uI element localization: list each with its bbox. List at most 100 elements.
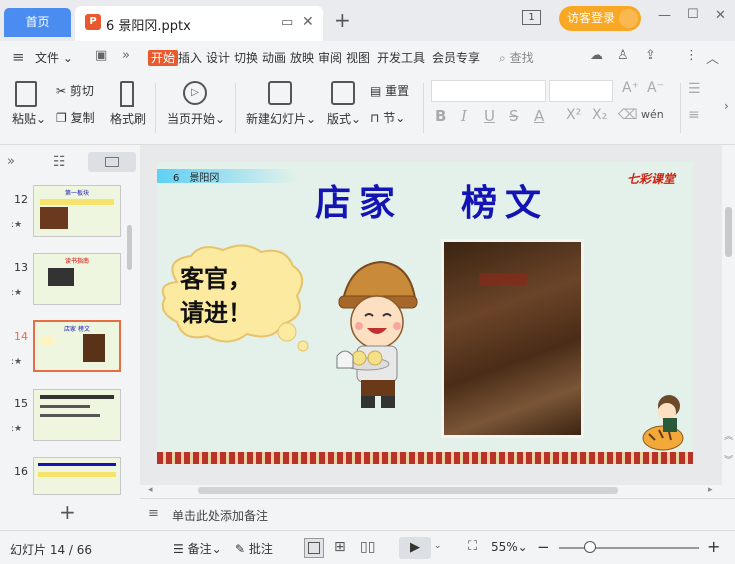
play-from-current-button[interactable]: 当页开始⌄ (167, 110, 225, 127)
increase-font-icon[interactable]: A⁺ (622, 80, 639, 96)
decrease-font-icon[interactable]: A⁻ (647, 80, 664, 96)
section-icon: ⊓ (370, 111, 380, 125)
add-slide-button[interactable]: + (59, 500, 76, 524)
menu-item-design[interactable]: 设计 (206, 49, 230, 66)
thumbnail-scrollbar[interactable] (127, 225, 132, 270)
play-options-chevron-icon[interactable]: ⌄ (434, 541, 442, 551)
share-icon[interactable]: ⇪ (645, 48, 656, 63)
bullet-list-icon[interactable]: ☰ (688, 81, 701, 97)
hamburger-icon[interactable]: ≡ (12, 48, 25, 66)
minimize-button[interactable]: — (658, 8, 671, 23)
new-slide-button[interactable]: 新建幻灯片⌄ (246, 110, 316, 127)
scroll-left-icon[interactable]: ◂ (148, 485, 153, 495)
slide-thumbnail-16[interactable] (33, 457, 121, 495)
notes-placeholder[interactable]: 单击此处添加备注 (172, 507, 268, 524)
maximize-button[interactable]: ☐ (687, 7, 699, 22)
paste-button[interactable]: 粘贴⌄ (12, 110, 46, 127)
menu-item-insert[interactable]: 插入 (178, 49, 202, 66)
slide-thumbnail-13[interactable]: 读书指南 (33, 253, 121, 305)
zoom-out-button[interactable]: − (537, 538, 550, 556)
layout-icon[interactable] (331, 81, 355, 105)
close-window-button[interactable]: ✕ (715, 8, 726, 23)
thumbnail-pane: » ☷ 12 :★ 第一板块 13 :★ 读书指南 14 :★ 店家 榜文 15… (0, 145, 140, 530)
new-slide-icon[interactable] (268, 81, 292, 105)
menu-item-member[interactable]: 会员专享 (432, 49, 480, 66)
font-size-select[interactable] (549, 80, 613, 102)
paste-icon[interactable] (15, 81, 37, 107)
slide-view-toggle[interactable] (88, 152, 136, 172)
subscript-icon[interactable]: X₂ (592, 107, 607, 123)
zoom-level[interactable]: 55%⌄ (491, 540, 528, 554)
font-family-select[interactable] (431, 80, 546, 102)
scroll-down-page-icon[interactable]: ︾ (724, 453, 733, 466)
fit-window-icon[interactable]: ⛶ (468, 539, 477, 554)
horizontal-scrollbar[interactable]: ◂ ▸ (140, 485, 722, 497)
menu-item-review[interactable]: 审阅 (318, 49, 342, 66)
file-menu-label: 文件 (35, 51, 60, 65)
menu-item-slideshow[interactable]: 放映 (290, 49, 314, 66)
close-tab-icon[interactable]: ✕ (302, 14, 314, 30)
menu-item-animation[interactable]: 动画 (262, 49, 286, 66)
reading-view-icon[interactable]: ▯▯ (360, 539, 375, 555)
home-tab[interactable]: 首页 (4, 8, 71, 37)
menu-item-view[interactable]: 视图 (346, 49, 370, 66)
slide-thumbnail-14[interactable]: 店家 榜文 (33, 320, 121, 372)
menu-item-transition[interactable]: 切换 (234, 49, 258, 66)
slide-thumbnail-15[interactable] (33, 389, 121, 441)
document-tab[interactable]: P 6 景阳冈.pptx ▭ ✕ (75, 6, 323, 41)
notes-toggle-button[interactable]: ☰ 备注⌄ (173, 540, 222, 557)
comments-toggle-button[interactable]: ✎ 批注 (235, 540, 273, 557)
italic-icon[interactable]: I (461, 107, 467, 125)
collapse-ribbon-icon[interactable]: ︿ (706, 48, 719, 67)
zoom-in-button[interactable]: + (707, 537, 720, 556)
section-button[interactable]: ⊓ 节⌄ (370, 109, 405, 126)
zoom-slider-track[interactable] (559, 547, 699, 549)
vertical-scroll-thumb[interactable] (725, 207, 732, 257)
reset-button[interactable]: ▤ 重置 (370, 82, 409, 99)
superscript-icon[interactable]: X² (566, 107, 581, 123)
slide-thumbnail-12[interactable]: 第一板块 (33, 185, 121, 237)
font-color-icon[interactable]: A (534, 107, 544, 125)
align-left-icon[interactable]: ≡ (688, 107, 700, 123)
menu-item-start[interactable]: 开始 (148, 49, 179, 66)
pinyin-guide-icon[interactable]: wén (641, 108, 664, 121)
eraser-icon[interactable]: ⌫ (618, 107, 638, 123)
menu-item-developer[interactable]: 开发工具 (377, 49, 425, 66)
normal-view-button[interactable] (304, 538, 324, 558)
strikethrough-icon[interactable]: S (509, 107, 519, 125)
layout-button[interactable]: 版式⌄ (327, 110, 361, 127)
format-painter-icon[interactable] (120, 81, 134, 107)
format-painter-button[interactable]: 格式刷 (110, 110, 146, 127)
play-circle-icon[interactable]: ▷ (183, 81, 207, 105)
slide[interactable]: 6 景阳冈 店家 榜文 七彩课堂 客官， 请进！ (157, 162, 693, 464)
zoom-slider-thumb[interactable] (584, 541, 597, 553)
cloud-icon[interactable]: ☁ (590, 48, 603, 63)
copy-label: 复制 (70, 111, 95, 125)
visitor-login-button[interactable]: 访客登录 (559, 6, 641, 31)
underline-icon[interactable]: U (484, 107, 495, 125)
copy-button[interactable]: ❐ 复制 (56, 109, 95, 126)
notes-pane[interactable]: ≡ 单击此处添加备注 (140, 498, 735, 530)
workspace-count-badge[interactable]: 1 (522, 10, 541, 25)
scroll-up-page-icon[interactable]: ︽ (724, 429, 733, 442)
collaborate-icon[interactable]: ♙ (617, 48, 629, 63)
more-options-icon[interactable]: ⋮ (685, 48, 698, 63)
scroll-right-icon[interactable]: ▸ (708, 485, 713, 495)
save-icon[interactable]: ▣ (95, 48, 107, 63)
float-window-icon[interactable]: ▭ (281, 15, 293, 30)
slide-sorter-icon[interactable]: ⊞ (334, 539, 346, 555)
play-slideshow-button[interactable]: ▶ (399, 537, 431, 559)
expand-pane-icon[interactable]: » (7, 154, 15, 169)
slide-view-icon (105, 157, 119, 167)
horizontal-scroll-thumb[interactable] (198, 487, 618, 494)
ribbon-toolbar: 粘贴⌄ ✂ 剪切 ❐ 复制 格式刷 ▷ 当页开始⌄ 新建幻灯片⌄ 版式⌄ ▤ 重… (0, 75, 735, 145)
more-chevron-icon[interactable]: » (122, 48, 130, 63)
vertical-scrollbar[interactable]: ︽ ︾ (722, 145, 735, 485)
bold-icon[interactable]: B (435, 107, 446, 125)
outline-view-icon[interactable]: ☷ (53, 154, 66, 170)
new-tab-button[interactable]: + (334, 8, 351, 32)
ribbon-scroll-right-icon[interactable]: › (724, 99, 729, 113)
search-box[interactable]: ⌕ 查找 (499, 49, 534, 66)
file-menu[interactable]: 文件 ⌄ (35, 49, 73, 66)
cut-button[interactable]: ✂ 剪切 (56, 82, 94, 99)
